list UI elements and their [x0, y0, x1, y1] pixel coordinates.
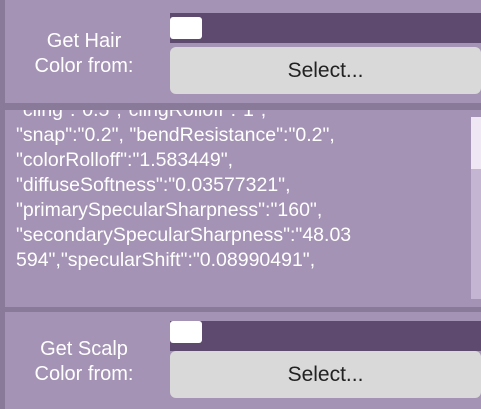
hair-color-label-line1: Get Hair — [46, 30, 122, 52]
scalp-color-select-button[interactable]: Select... — [170, 351, 481, 398]
scalp-color-bar — [170, 321, 481, 351]
text-line: "snap":"0.2", "bendResistance":"0.2", — [16, 124, 335, 146]
text-line: 594","specularShift":"0.08990491", — [16, 249, 316, 271]
hair-color-select-button[interactable]: Select... — [170, 47, 481, 94]
text-line: "diffuseSoftness":"0.03577321", — [16, 174, 291, 196]
hair-color-label-line2: Color from: — [34, 55, 134, 77]
text-scrollbar[interactable] — [471, 117, 481, 299]
hair-color-row: Get Hair Color from: Select... — [5, 0, 481, 103]
hair-color-bar — [170, 13, 481, 43]
scalp-color-label-line1: Get Scalp — [40, 338, 128, 360]
scalp-toggle-handle[interactable] — [170, 321, 202, 343]
hair-toggle-handle[interactable] — [170, 17, 202, 39]
text-line: "secondarySpecularSharpness":"48.03 — [16, 224, 352, 246]
text-scrollbar-thumb[interactable] — [471, 117, 481, 169]
scalp-color-label: Get Scalp Color from: — [5, 337, 163, 387]
hair-settings-text-panel: "cling":"0.5","clingRolloff":"1", "snap"… — [5, 110, 481, 307]
hair-color-label: Get Hair Color from: — [5, 29, 163, 79]
hair-settings-text: "cling":"0.5","clingRolloff":"1", "snap"… — [16, 110, 468, 273]
hair-settings-text-viewport[interactable]: "cling":"0.5","clingRolloff":"1", "snap"… — [16, 110, 468, 293]
text-line: "cling":"0.5","clingRolloff":"1", — [16, 110, 267, 121]
scalp-color-label-line2: Color from: — [34, 363, 134, 385]
scalp-color-row: Get Scalp Color from: Select... — [5, 312, 481, 409]
text-line: "colorRolloff":"1.583449", — [16, 149, 234, 171]
text-line: "primarySpecularSharpness":"160", — [16, 199, 323, 221]
